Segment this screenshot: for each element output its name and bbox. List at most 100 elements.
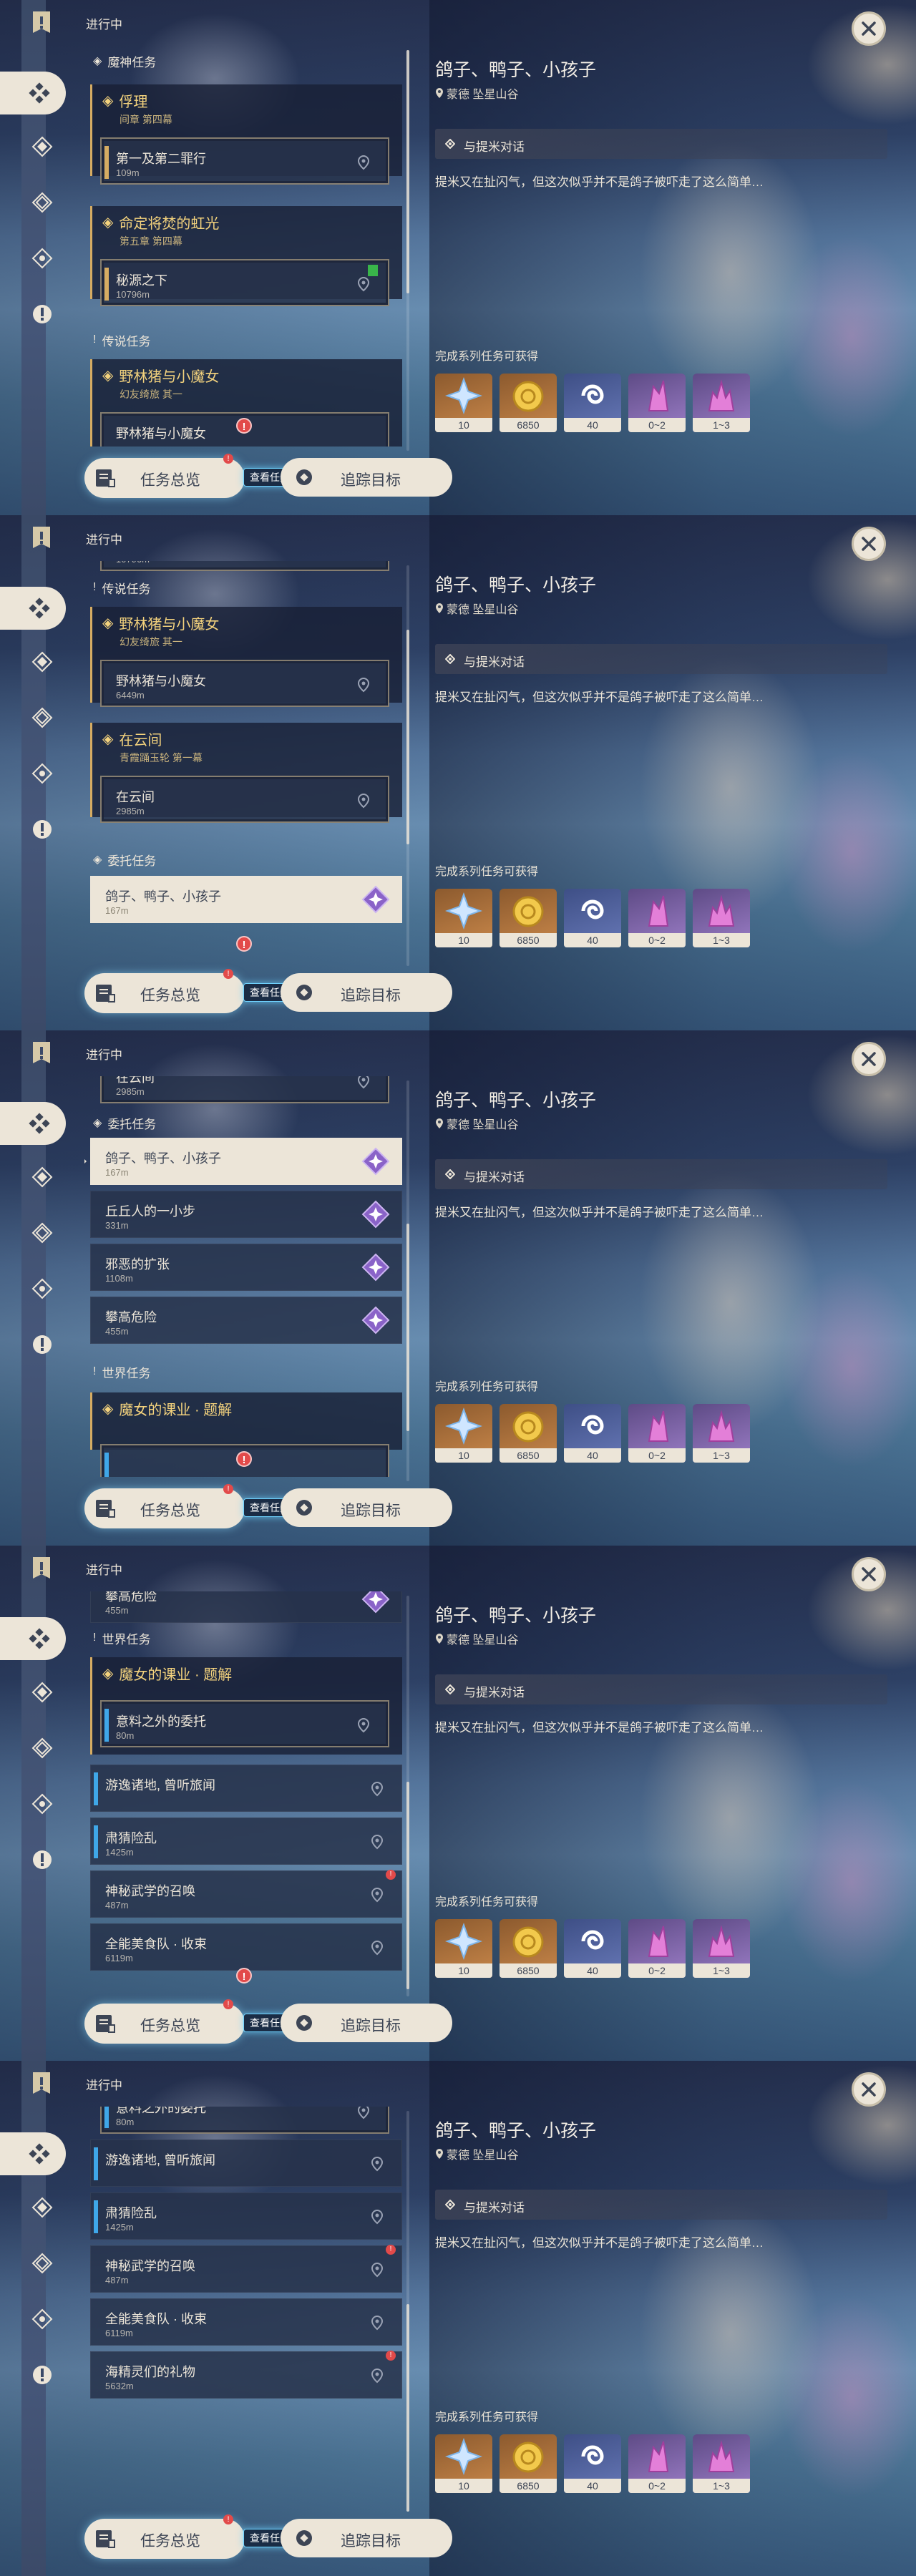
quest-row[interactable]: 游逸诸地, 曾听旅闻 (90, 2140, 402, 2187)
quest-overview-button[interactable]: 任务总览 (84, 2519, 245, 2559)
quest-list-scrollbar[interactable] (406, 565, 409, 966)
quest-overview-button[interactable]: 任务总览 (84, 2004, 245, 2044)
close-button[interactable] (852, 11, 886, 46)
story-quest-icon[interactable] (31, 1737, 53, 1759)
quest-list: 10796m !传说任务 ◈野林猪与小魔女 幻友绮旅 其一 野林猪与小魔女 64… (84, 561, 404, 962)
quest-overview-button[interactable]: 任务总览 (84, 458, 245, 498)
adventure-exp-icon (444, 1407, 483, 1445)
reward-crystal-cluster[interactable]: 1~3 (693, 1404, 750, 1463)
archon-quest-icon[interactable] (31, 651, 53, 673)
reward-crystal-chunk[interactable]: 0~2 (628, 374, 686, 432)
quest-row[interactable]: 攀高危险 455m (90, 1297, 402, 1344)
reward-adventure-exp[interactable]: 10 (435, 374, 492, 432)
archon-quest-icon[interactable] (31, 1682, 53, 1703)
crystal-cluster-icon (708, 1410, 735, 1442)
reward-mora[interactable]: 6850 (500, 1404, 557, 1463)
quest-row[interactable]: 游逸诸地, 曾听旅闻 (90, 1765, 402, 1812)
reward-companionship-exp[interactable]: 40 (564, 889, 621, 947)
quest-row[interactable]: 海精灵们的礼物 5632m ! (90, 2351, 402, 2399)
story-quest-icon[interactable] (31, 1222, 53, 1244)
quest-row[interactable]: 全能美食队 · 收束 6119m (90, 2298, 402, 2346)
reward-companionship-exp[interactable]: 40 (564, 1919, 621, 1978)
quest-step-row[interactable]: 在云间 2985m (100, 1076, 389, 1103)
quest-row[interactable]: 肃猜险乱 1425m (90, 1818, 402, 1865)
reward-companionship-exp[interactable]: 40 (564, 1404, 621, 1463)
track-objective-button[interactable]: 追踪目标 (281, 1488, 452, 1527)
quest-list-scrollbar[interactable] (406, 2111, 409, 2512)
reward-mora[interactable]: 6850 (500, 1919, 557, 1978)
quest-step-row[interactable]: 第一及第二罪行 109m (100, 137, 389, 185)
world-quest-icon[interactable] (31, 1849, 53, 1870)
story-quest-icon[interactable] (31, 2253, 53, 2274)
commission-quest-icon[interactable] (31, 2308, 53, 2330)
archon-quest-icon[interactable] (31, 2197, 53, 2218)
world-quest-icon[interactable] (31, 819, 53, 840)
quest-step-row[interactable]: 10796m (100, 561, 389, 571)
reward-mora[interactable]: 6850 (500, 2434, 557, 2493)
archon-quest-icon[interactable] (31, 136, 53, 157)
quest-book-icon[interactable] (31, 1040, 52, 1066)
story-quest-icon[interactable] (31, 707, 53, 728)
quest-row-selected[interactable]: 鸽子、鸭子、小孩子 167m (90, 876, 402, 923)
location-pin-icon (356, 2107, 371, 2119)
quest-list-scrollbar[interactable] (406, 50, 409, 451)
track-objective-button[interactable]: 追踪目标 (281, 458, 452, 497)
quest-row[interactable]: 全能美食队 · 收束 6119m (90, 1923, 402, 1971)
track-objective-button[interactable]: 追踪目标 (281, 2004, 452, 2042)
reward-companionship-exp[interactable]: 40 (564, 2434, 621, 2493)
quest-overview-button[interactable]: 任务总览 (84, 1488, 245, 1528)
quest-step-row[interactable]: 意料之外的委托 80m (100, 2107, 389, 2134)
reward-crystal-cluster[interactable]: 1~3 (693, 374, 750, 432)
reward-crystal-cluster[interactable]: 1~3 (693, 1919, 750, 1978)
commission-quest-icon[interactable] (31, 1278, 53, 1299)
quest-step-row[interactable]: 秘源之下 10796m (100, 259, 389, 306)
quest-row[interactable]: 神秘武学的召唤 487m ! (90, 2245, 402, 2293)
quest-row[interactable]: 肃猜险乱 1425m (90, 2192, 402, 2240)
quest-row[interactable]: 丘丘人的一小步 331m (90, 1191, 402, 1238)
world-quest-icon[interactable] (31, 303, 53, 325)
quest-row[interactable]: 攀高危险 455m (90, 1591, 402, 1623)
reward-crystal-cluster[interactable]: 1~3 (693, 889, 750, 947)
reward-adventure-exp[interactable]: 10 (435, 2434, 492, 2493)
quest-book-icon[interactable] (31, 2071, 52, 2097)
close-button[interactable] (852, 2072, 886, 2107)
quest-row-selected[interactable]: 鸽子、鸭子、小孩子 167m (84, 1138, 402, 1185)
close-button[interactable] (852, 1042, 886, 1076)
reward-mora[interactable]: 6850 (500, 374, 557, 432)
world-quest-icon[interactable] (31, 1334, 53, 1355)
commission-quest-icon[interactable] (31, 1793, 53, 1815)
quest-title: 鸽子、鸭子、小孩子 (435, 1091, 597, 1111)
chapter-world-1[interactable]: ◈ 魔女的课业 · 题解 (90, 1392, 402, 1450)
world-quest-icon[interactable] (31, 2364, 53, 2386)
quest-row[interactable]: 神秘武学的召唤 487m ! (90, 1870, 402, 1918)
reward-adventure-exp[interactable]: 10 (435, 1404, 492, 1463)
quest-step-row[interactable]: 在云间 2985m (100, 776, 389, 823)
quest-book-icon[interactable] (31, 525, 52, 551)
quest-step-row[interactable]: 野林猪与小魔女 6449m (100, 660, 389, 707)
reward-crystal-cluster[interactable]: 1~3 (693, 2434, 750, 2493)
reward-crystal-chunk[interactable]: 0~2 (628, 1404, 686, 1463)
reward-adventure-exp[interactable]: 10 (435, 889, 492, 947)
quest-book-icon[interactable] (31, 1556, 52, 1581)
track-objective-button[interactable]: 追踪目标 (281, 973, 452, 1012)
reward-companionship-exp[interactable]: 40 (564, 374, 621, 432)
reward-mora[interactable]: 6850 (500, 889, 557, 947)
story-quest-icon[interactable] (31, 192, 53, 213)
quest-step-row[interactable]: 意料之外的委托 80m (100, 1700, 389, 1747)
close-button[interactable] (852, 527, 886, 561)
quest-list-scrollbar[interactable] (406, 1596, 409, 1996)
quest-row[interactable]: 邪恶的扩张 1108m (90, 1244, 402, 1291)
quest-book-icon[interactable] (31, 10, 52, 36)
close-button[interactable] (852, 1557, 886, 1591)
reward-adventure-exp[interactable]: 10 (435, 1919, 492, 1978)
quest-overview-button[interactable]: 任务总览 (84, 973, 245, 1013)
commission-quest-icon[interactable] (31, 248, 53, 269)
track-objective-button[interactable]: 追踪目标 (281, 2519, 452, 2557)
quest-list-scrollbar[interactable] (406, 1080, 409, 1481)
commission-quest-icon[interactable] (31, 763, 53, 784)
reward-crystal-chunk[interactable]: 0~2 (628, 2434, 686, 2493)
reward-crystal-chunk[interactable]: 0~2 (628, 889, 686, 947)
overview-alert-icon: ! (223, 969, 233, 979)
archon-quest-icon[interactable] (31, 1166, 53, 1188)
reward-crystal-chunk[interactable]: 0~2 (628, 1919, 686, 1978)
